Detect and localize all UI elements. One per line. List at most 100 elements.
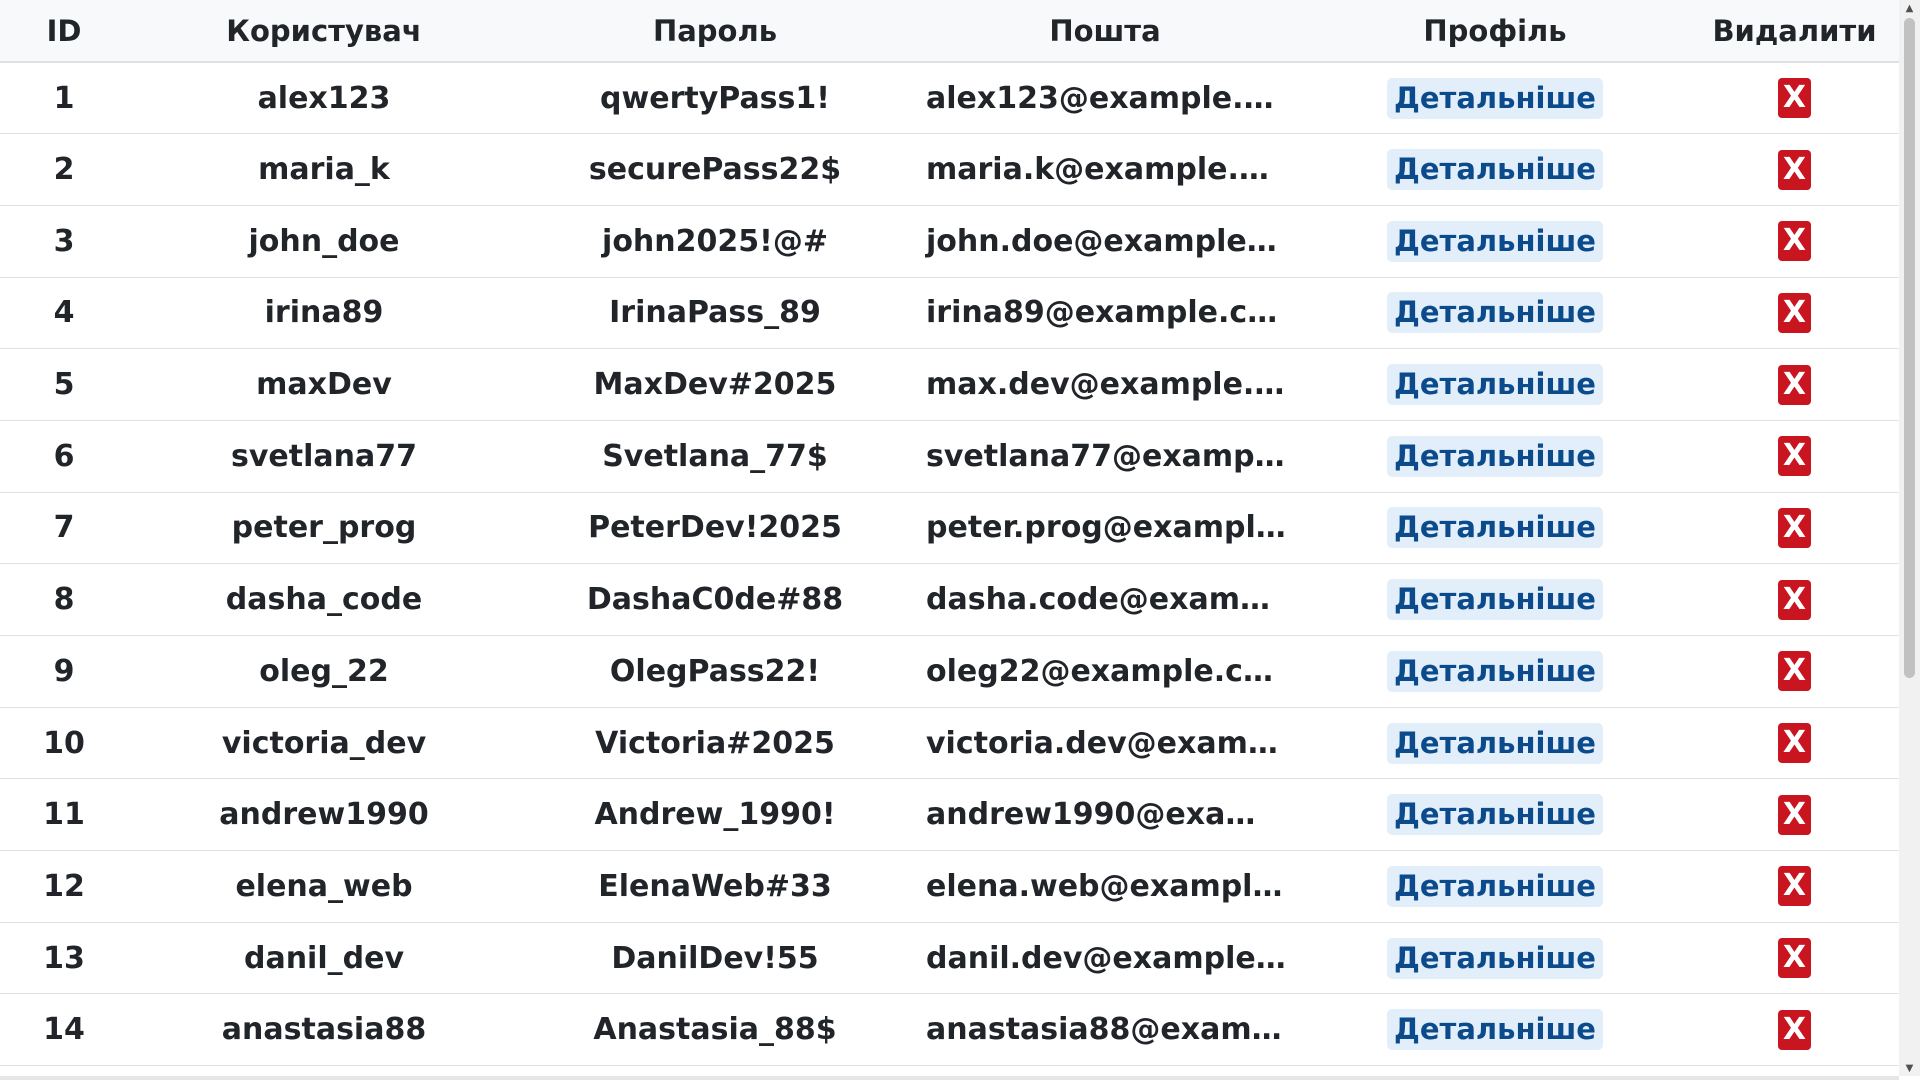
cell-id: 4: [53, 295, 75, 331]
table-row: 9 oleg_22 OlegPass22! oleg22@example.com…: [0, 636, 1899, 708]
delete-button[interactable]: X: [1778, 149, 1811, 190]
details-button[interactable]: Детальніше: [1387, 937, 1603, 979]
cell-email: elena.web@example.c…: [926, 868, 1300, 904]
details-button[interactable]: Детальніше: [1387, 507, 1603, 549]
cell-profile: Детальніше: [1300, 779, 1690, 851]
cell-user: peter_prog: [231, 510, 417, 546]
cell-id: 1: [53, 80, 75, 116]
cell-email: maria.k@example.com: [926, 152, 1300, 188]
delete-button[interactable]: X: [1778, 651, 1811, 692]
header-id: ID: [0, 0, 128, 63]
header-delete: Видалити: [1690, 0, 1899, 63]
table-row: 7 peter_prog PeterDev!2025 peter.prog@ex…: [0, 492, 1899, 564]
vertical-scrollbar[interactable]: ▲ ▼: [1899, 0, 1920, 1076]
cell-password: ElenaWeb#33: [598, 868, 832, 904]
header-user: Користувач: [128, 0, 520, 63]
delete-button[interactable]: X: [1778, 723, 1811, 764]
cell-user: irina89: [264, 295, 384, 331]
table-row: 14 anastasia88 Anastasia_88$ anastasia88…: [0, 994, 1899, 1066]
header-profile: Профіль: [1300, 0, 1690, 63]
cell-profile: Детальніше: [1300, 349, 1690, 421]
users-table-container: ID Користувач Пароль Пошта Профіль Видал…: [0, 0, 1899, 1076]
cell-password: PeterDev!2025: [588, 510, 842, 546]
details-button[interactable]: Детальніше: [1387, 435, 1603, 477]
cell-delete: X: [1690, 277, 1899, 349]
details-button[interactable]: Детальніше: [1387, 292, 1603, 334]
details-button[interactable]: Детальніше: [1387, 865, 1603, 907]
cell-password: OlegPass22!: [609, 653, 821, 689]
delete-button[interactable]: X: [1778, 436, 1811, 477]
cell-password: Andrew_1990!: [594, 797, 836, 833]
cell-profile: Детальніше: [1300, 851, 1690, 923]
page: ID Користувач Пароль Пошта Профіль Видал…: [0, 0, 1920, 1080]
cell-delete: X: [1690, 636, 1899, 708]
cell-profile: Детальніше: [1300, 492, 1690, 564]
cell-id: 14: [43, 1012, 85, 1048]
cell-email: svetlana77@example.…: [926, 438, 1300, 474]
details-button[interactable]: Детальніше: [1387, 77, 1603, 119]
delete-button[interactable]: X: [1778, 579, 1811, 620]
cell-delete: X: [1690, 779, 1899, 851]
cell-password: Victoria#2025: [595, 725, 835, 761]
cell-delete: X: [1690, 134, 1899, 206]
header-email: Пошта: [910, 0, 1300, 63]
cell-delete: X: [1690, 564, 1899, 636]
delete-button[interactable]: X: [1778, 78, 1811, 119]
cell-email: max.dev@example.com: [926, 367, 1300, 403]
table-row: 1 alex123 qwertyPass1! alex123@example.c…: [0, 62, 1899, 134]
cell-id: 6: [53, 438, 75, 474]
details-button[interactable]: Детальніше: [1387, 220, 1603, 262]
delete-button[interactable]: X: [1778, 1009, 1811, 1050]
cell-id: 5: [53, 367, 75, 403]
arrow-down-icon[interactable]: ▼: [1899, 1060, 1920, 1076]
table-row: 10 victoria_dev Victoria#2025 victoria.d…: [0, 707, 1899, 779]
table-row: 8 dasha_code DashaC0de#88 dasha.code@exa…: [0, 564, 1899, 636]
cell-profile: Детальніше: [1300, 420, 1690, 492]
cell-delete: X: [1690, 851, 1899, 923]
details-button[interactable]: Детальніше: [1387, 579, 1603, 621]
header-password: Пароль: [520, 0, 910, 63]
delete-button[interactable]: X: [1778, 292, 1811, 333]
scrollbar-thumb[interactable]: [1904, 18, 1915, 678]
arrow-up-icon[interactable]: ▲: [1899, 0, 1920, 16]
delete-button[interactable]: X: [1778, 794, 1811, 835]
cell-delete: X: [1690, 922, 1899, 994]
cell-password: john2025!@#: [602, 223, 828, 259]
cell-email: victoria.dev@example…: [926, 725, 1300, 761]
cell-profile: Детальніше: [1300, 994, 1690, 1066]
cell-email: oleg22@example.com: [926, 653, 1295, 689]
delete-button[interactable]: X: [1778, 938, 1811, 979]
cell-user: elena_web: [235, 868, 413, 904]
details-button[interactable]: Детальніше: [1387, 1009, 1603, 1051]
table-row: 11 andrew1990 Andrew_1990! andrew1990@ex…: [0, 779, 1899, 851]
cell-delete: X: [1690, 62, 1899, 134]
cell-profile: Детальніше: [1300, 277, 1690, 349]
cell-email: peter.prog@example.c…: [926, 510, 1300, 546]
details-button[interactable]: Детальніше: [1387, 722, 1603, 764]
cell-user: maxDev: [256, 367, 392, 403]
cell-profile: Детальніше: [1300, 134, 1690, 206]
cell-id: 3: [53, 223, 75, 259]
delete-button[interactable]: X: [1778, 866, 1811, 907]
delete-button[interactable]: X: [1778, 364, 1811, 405]
cell-user: maria_k: [258, 152, 390, 188]
bottom-divider: [0, 1076, 1899, 1080]
table-row: 2 maria_k securePass22$ maria.k@example.…: [0, 134, 1899, 206]
cell-password: IrinaPass_89: [609, 295, 821, 331]
delete-button[interactable]: X: [1778, 221, 1811, 262]
cell-password: MaxDev#2025: [593, 367, 837, 403]
cell-delete: X: [1690, 994, 1899, 1066]
cell-user: svetlana77: [231, 438, 417, 474]
cell-email: irina89@example.com: [926, 295, 1300, 331]
cell-delete: X: [1690, 420, 1899, 492]
cell-profile: Детальніше: [1300, 636, 1690, 708]
details-button[interactable]: Детальніше: [1387, 794, 1603, 836]
cell-user: victoria_dev: [221, 725, 427, 761]
details-button[interactable]: Детальніше: [1387, 149, 1603, 191]
details-button[interactable]: Детальніше: [1387, 364, 1603, 406]
details-button[interactable]: Детальніше: [1387, 650, 1603, 692]
delete-button[interactable]: X: [1778, 507, 1811, 548]
cell-delete: X: [1690, 707, 1899, 779]
cell-id: 11: [43, 797, 85, 833]
cell-profile: Детальніше: [1300, 922, 1690, 994]
